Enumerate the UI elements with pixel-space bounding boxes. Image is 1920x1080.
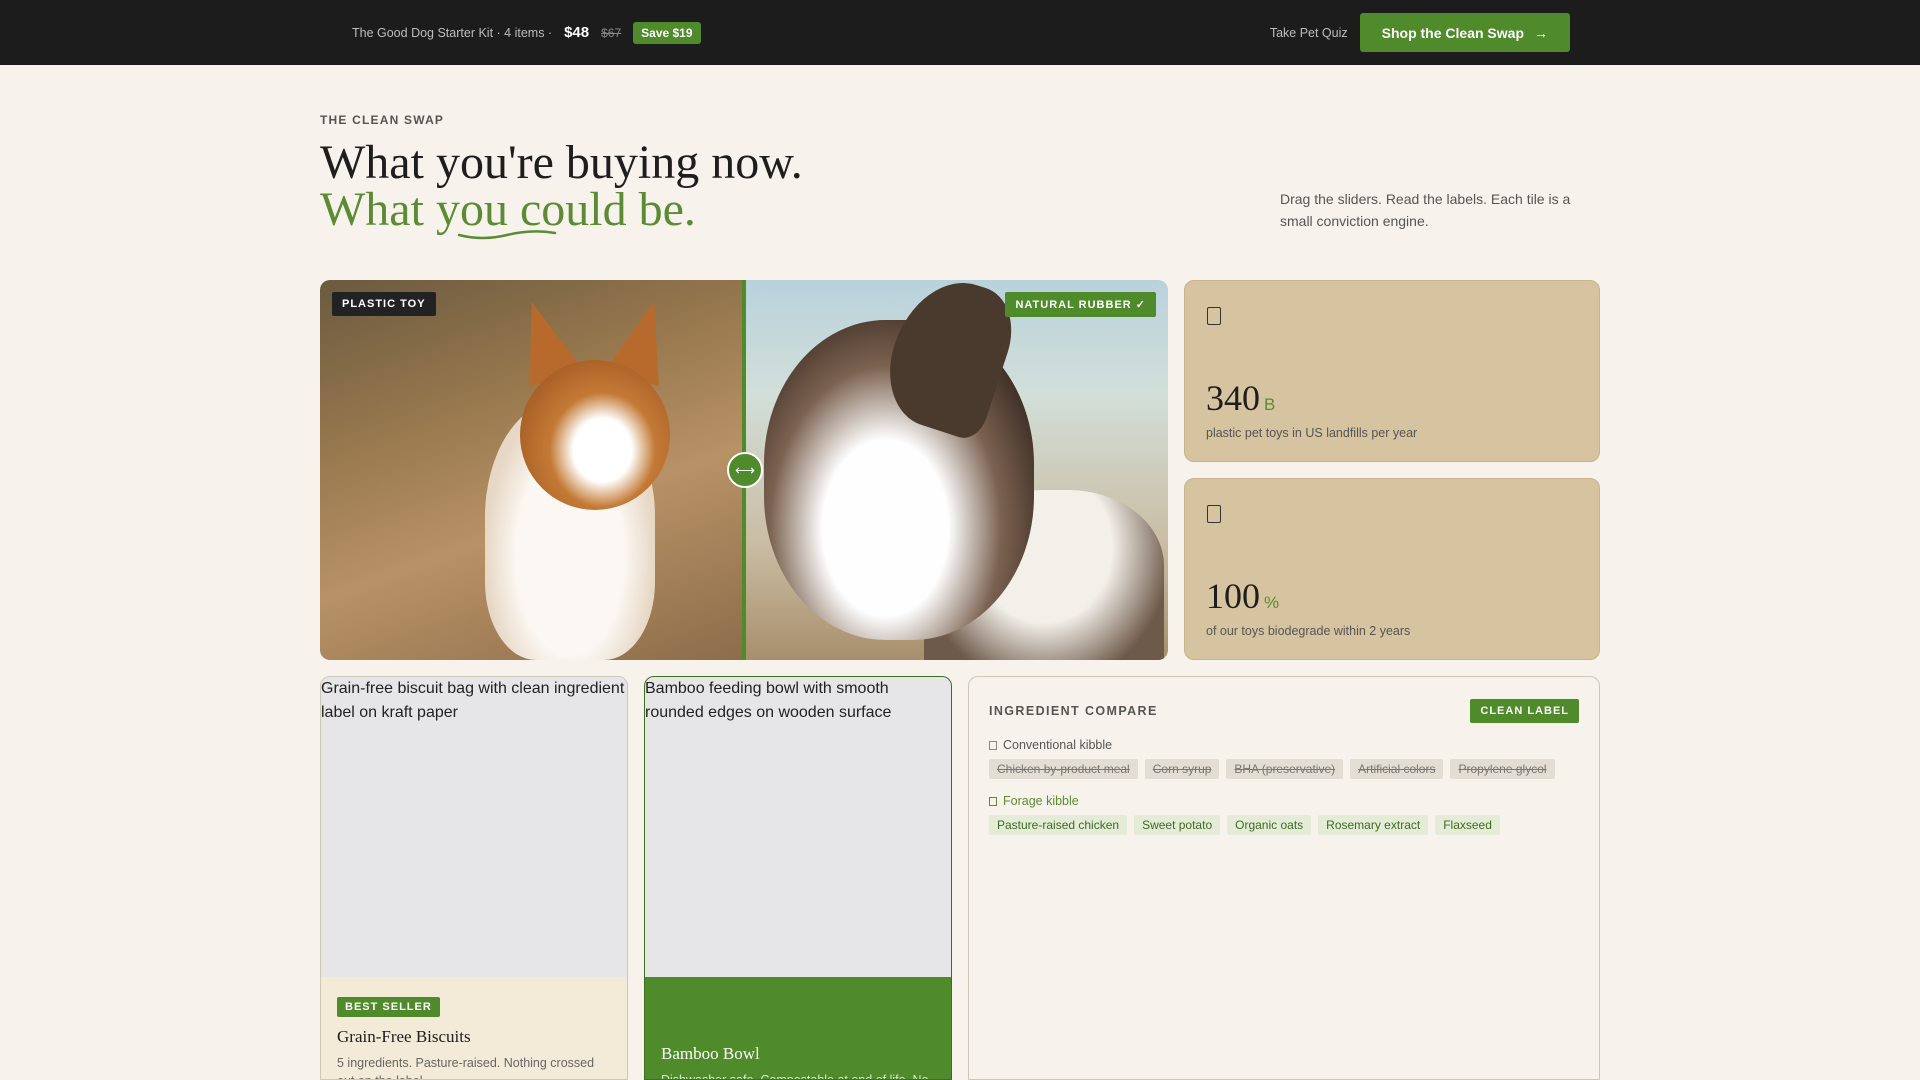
product-description: 5 ingredients. Pasture-raised. Nothing c… xyxy=(337,1056,595,1079)
product-body: Bamboo Bowl Dishwasher safe. Compostable… xyxy=(645,977,951,1080)
product-description: Dishwasher safe. Compostable at end of l… xyxy=(661,1073,929,1080)
stat-caption: plastic pet toys in US landfills per yea… xyxy=(1206,426,1418,440)
ingredient-chip: Rosemary extract xyxy=(1318,815,1429,835)
ingredient-compare-card: INGREDIENT COMPARE CLEAN LABEL Conventio… xyxy=(968,676,1600,1080)
ingredient-chip: Sweet potato xyxy=(1134,815,1221,835)
toy-compare-slider[interactable]: ⟷ PLASTIC TOY NATURAL RUBBER ✓ xyxy=(320,280,1168,660)
product-body: BEST SELLER Grain-Free Biscuits 5 ingred… xyxy=(321,977,627,1079)
product-title: Grain-Free Biscuits xyxy=(337,1027,471,1046)
ingredient-chip: Flaxseed xyxy=(1435,815,1500,835)
check-box-icon xyxy=(989,796,997,806)
top-bar: The Good Dog Starter Kit · 4 items · $48… xyxy=(0,0,1920,65)
bamboo-bowl-image: Bamboo feeding bowl with smooth rounded … xyxy=(645,677,951,977)
conventional-kibble-label: Conventional kibble xyxy=(989,738,1579,752)
ingredient-header: INGREDIENT COMPARE CLEAN LABEL xyxy=(989,699,1579,723)
intro-text: Drag the sliders. Read the labels. Each … xyxy=(1280,191,1571,229)
shop-button-label: Shop the Clean Swap xyxy=(1381,24,1524,41)
product-title: Bamboo Bowl xyxy=(661,1044,760,1063)
natural-rubber-tag: NATURAL RUBBER ✓ xyxy=(1005,292,1156,317)
ingredient-chip: BHA (preservative) xyxy=(1226,759,1344,779)
pet-quiz-link[interactable]: Take Pet Quiz xyxy=(1270,26,1348,40)
underline-squiggle xyxy=(457,230,557,240)
starter-kit-summary: The Good Dog Starter Kit · 4 items · $48… xyxy=(352,21,701,44)
leaf-icon xyxy=(1207,505,1221,523)
plastic-toy-photo xyxy=(320,280,744,660)
stat-value: 100% xyxy=(1206,576,1280,616)
save-badge: Save $19 xyxy=(633,21,701,44)
x-box-icon xyxy=(989,740,997,750)
stat-unit: % xyxy=(1264,593,1280,612)
stat-caption: of our toys biodegrade within 2 years xyxy=(1206,624,1411,638)
plastic-toy-tag: PLASTIC TOY xyxy=(332,292,436,316)
slider-handle-icon[interactable]: ⟷ xyxy=(727,452,763,488)
product-card-bamboo-bowl[interactable]: Bamboo feeding bowl with smooth rounded … xyxy=(644,676,952,1080)
best-seller-badge: BEST SELLER xyxy=(337,997,440,1017)
product-card-biscuits[interactable]: Grain-free biscuit bag with clean ingred… xyxy=(320,676,628,1080)
stat-card-landfill: 340 B plastic pet toys in US landfills pe… xyxy=(1184,280,1600,462)
forage-ingredient-list: Pasture-raised chicken Sweet potato Orga… xyxy=(989,815,1579,835)
kit-text: The Good Dog Starter Kit · 4 items · xyxy=(352,25,553,40)
ingredient-chip: Chicken by-product meal xyxy=(989,759,1138,779)
ingredient-chip: Propylene glycol xyxy=(1450,759,1555,779)
corgi-head xyxy=(520,360,670,510)
stat-value: 340 B xyxy=(1206,378,1276,418)
section-eyebrow: THE CLEAN SWAP xyxy=(320,113,445,127)
ingredient-chip: Organic oats xyxy=(1227,815,1312,835)
shop-clean-swap-button[interactable]: Shop the Clean Swap → xyxy=(1359,13,1570,52)
ingredient-chip: Pasture-raised chicken xyxy=(989,815,1128,835)
clean-label-badge: CLEAN LABEL xyxy=(1470,699,1579,723)
package-icon xyxy=(1207,307,1221,325)
kit-old-price: $67 xyxy=(601,25,622,40)
stat-unit: B xyxy=(1264,395,1276,414)
ingredient-title: INGREDIENT COMPARE xyxy=(989,704,1158,718)
kit-price: $48 xyxy=(564,24,590,41)
natural-rubber-photo xyxy=(744,280,1168,660)
arrow-right-icon: → xyxy=(1534,24,1548,41)
ingredient-chip: Artificial colors xyxy=(1350,759,1444,779)
top-actions: Take Pet Quiz Shop the Clean Swap → xyxy=(1270,13,1570,52)
forage-kibble-label: Forage kibble xyxy=(989,794,1579,808)
ingredient-chip: Corn syrup xyxy=(1144,759,1220,779)
biscuits-image: Grain-free biscuit bag with clean ingred… xyxy=(321,677,627,977)
conventional-ingredient-list: Chicken by-product meal Corn syrup BHA (… xyxy=(989,759,1579,779)
stat-card-biodegrade: 100% of our toys biodegrade within 2 yea… xyxy=(1184,478,1600,660)
